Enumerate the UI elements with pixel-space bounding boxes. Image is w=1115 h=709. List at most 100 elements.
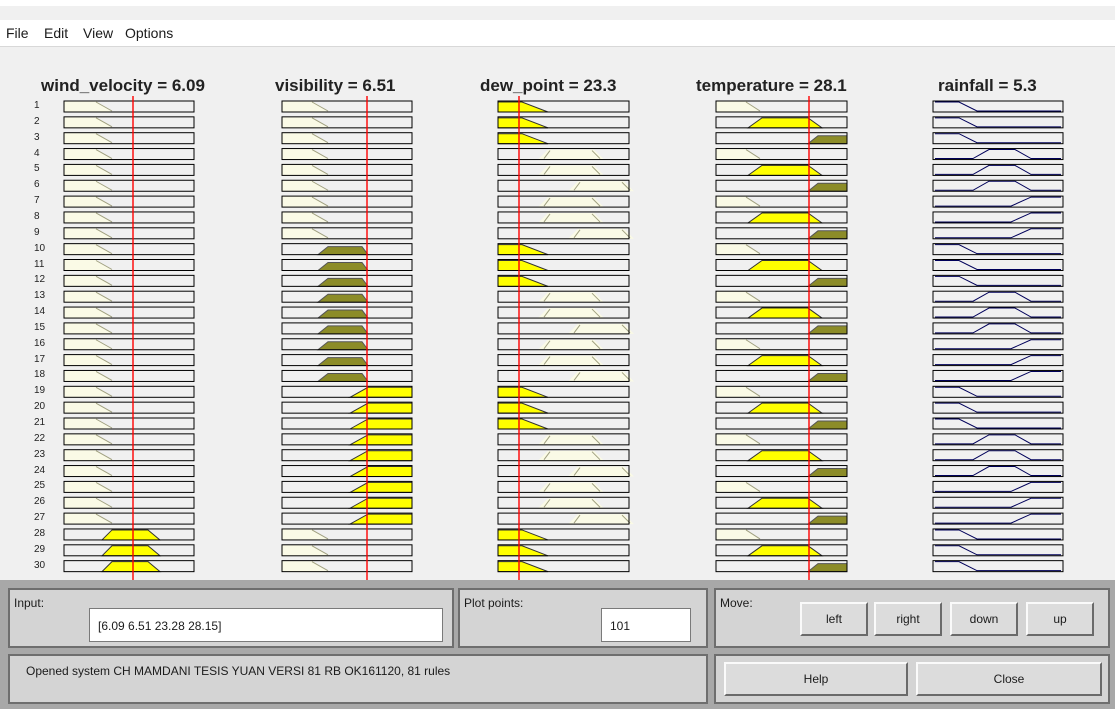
fired-membership-shape	[100, 529, 162, 541]
move-down-button[interactable]: down	[950, 602, 1018, 636]
menu-view[interactable]: View	[83, 25, 113, 41]
help-button[interactable]: Help	[724, 662, 908, 696]
rule-number: 5	[34, 163, 40, 175]
faint-membership-shape	[64, 322, 112, 334]
rule-mf-box	[497, 401, 630, 414]
rule-mf-box	[715, 306, 848, 319]
rule-mf-box	[497, 132, 630, 145]
faint-membership-shape	[282, 196, 328, 208]
fired-membership-shape	[497, 545, 549, 557]
output-membership-shape	[935, 481, 1061, 492]
rule-mf-box	[497, 227, 630, 240]
faint-membership-shape	[538, 292, 604, 303]
rule-mf-box	[715, 544, 848, 557]
rule-mf-box	[932, 480, 1064, 493]
rule-mf-box	[932, 528, 1064, 541]
rule-number: 24	[34, 464, 46, 476]
move-up-button[interactable]: up	[1026, 602, 1094, 636]
rule-mf-box	[281, 290, 413, 303]
rule-mf-box	[932, 417, 1064, 430]
rule-mf-box	[281, 132, 413, 145]
rule-mf-box	[63, 544, 195, 557]
menu-bar: File Edit View Options	[0, 20, 1115, 47]
rule-mf-box	[715, 433, 848, 446]
faint-membership-shape	[64, 386, 112, 398]
output-membership-shape	[935, 418, 1061, 429]
faint-membership-shape	[716, 528, 760, 540]
rule-mf-box	[281, 338, 413, 351]
rule-mf-box	[497, 322, 630, 335]
partial-membership-shape	[806, 468, 848, 478]
rule-mf-box	[497, 480, 630, 493]
fired-membership-shape	[348, 386, 413, 398]
faint-membership-shape	[282, 148, 328, 160]
rule-mf-box	[932, 179, 1064, 192]
rule-mf-box	[715, 496, 848, 509]
rule-number: 16	[34, 337, 46, 349]
rule-mf-box	[715, 465, 848, 478]
faint-membership-shape	[64, 449, 112, 461]
rule-mf-box	[63, 480, 195, 493]
close-button[interactable]: Close	[916, 662, 1102, 696]
rule-mf-box	[932, 544, 1064, 557]
rule-number: 15	[34, 321, 46, 333]
partial-membership-shape	[316, 325, 369, 335]
fired-membership-shape	[497, 101, 549, 113]
rule-mf-box	[497, 290, 630, 303]
rule-mf-box	[932, 195, 1064, 208]
faint-membership-shape	[64, 433, 112, 445]
rule-mf-box	[932, 385, 1064, 398]
faint-membership-shape	[538, 197, 604, 208]
fired-membership-shape	[497, 117, 549, 129]
output-membership-shape	[935, 402, 1061, 413]
rule-mf-box	[497, 306, 630, 319]
output-membership-shape	[935, 323, 1061, 334]
faint-membership-shape	[64, 116, 112, 128]
rule-number: 4	[34, 147, 40, 159]
rule-mf-box	[497, 544, 630, 557]
menu-file[interactable]: File	[6, 25, 29, 41]
partial-membership-shape	[806, 230, 848, 240]
input-field[interactable]: [6.09 6.51 23.28 28.15]	[89, 608, 443, 642]
faint-membership-shape	[64, 132, 112, 144]
rule-mf-box	[932, 100, 1064, 113]
move-right-button[interactable]: right	[874, 602, 942, 636]
fired-membership-shape	[746, 355, 824, 367]
rule-mf-box	[63, 338, 195, 351]
fired-membership-shape	[746, 164, 824, 176]
partial-membership-shape	[806, 515, 848, 525]
rule-mf-box	[932, 512, 1064, 525]
rule-mf-box	[63, 290, 195, 303]
partial-membership-shape	[316, 262, 369, 271]
fired-membership-shape	[746, 307, 824, 319]
output-membership-shape	[935, 307, 1061, 318]
move-left-button[interactable]: left	[800, 602, 868, 636]
output-membership-shape	[935, 545, 1061, 556]
rule-mf-box	[932, 227, 1064, 240]
faint-membership-shape	[64, 196, 112, 208]
rule-mf-box	[281, 417, 413, 430]
faint-membership-shape	[538, 149, 604, 160]
menu-edit[interactable]: Edit	[44, 25, 68, 41]
rule-mf-box	[932, 274, 1064, 287]
partial-membership-shape	[316, 341, 369, 351]
fired-membership-shape	[348, 466, 413, 478]
rule-mf-box	[932, 132, 1064, 145]
rule-mf-box	[63, 227, 195, 240]
rule-mf-box	[63, 528, 195, 541]
fired-membership-shape	[746, 260, 824, 271]
rule-number: 6	[34, 179, 40, 191]
faint-membership-shape	[538, 434, 604, 445]
rule-mf-box	[281, 259, 413, 271]
menu-options[interactable]: Options	[125, 25, 173, 41]
plot-points-field[interactable]: 101	[601, 608, 691, 642]
faint-membership-shape	[716, 148, 760, 160]
output-membership-shape	[935, 228, 1061, 239]
rule-mf-box	[932, 369, 1064, 382]
faint-membership-shape	[282, 528, 328, 540]
faint-membership-shape	[716, 386, 760, 398]
partial-membership-shape	[316, 372, 369, 382]
faint-membership-shape	[716, 291, 760, 303]
fired-membership-shape	[746, 545, 824, 557]
faint-membership-shape	[716, 338, 760, 350]
